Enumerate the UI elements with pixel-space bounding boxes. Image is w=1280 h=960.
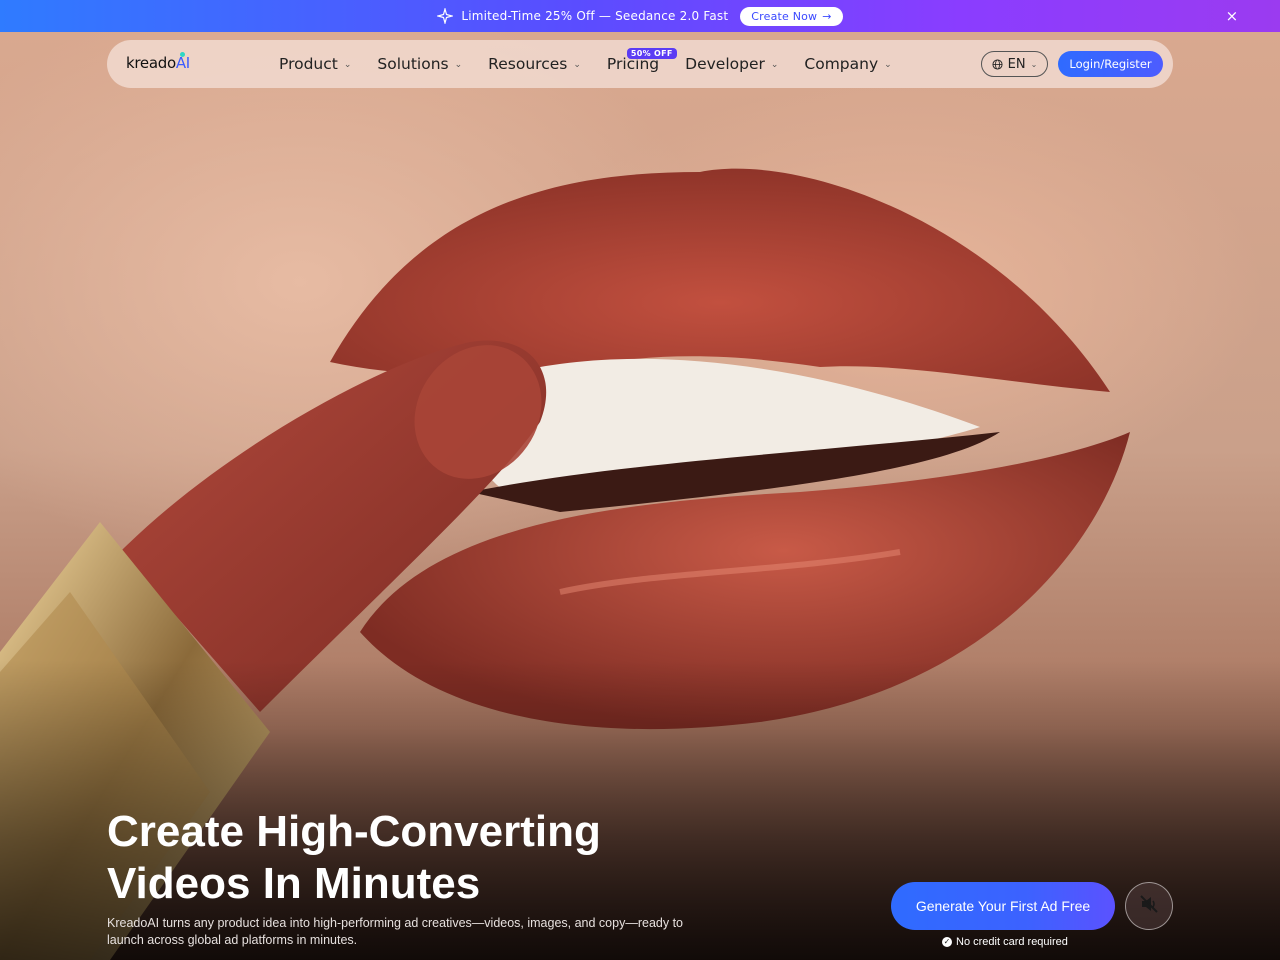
chevron-down-icon: ⌄ xyxy=(573,60,581,70)
headline-line-1: Create High-Converting xyxy=(107,807,601,856)
nav-item-label: Solutions xyxy=(377,55,449,73)
mute-toggle-button[interactable] xyxy=(1125,882,1173,930)
login-register-button[interactable]: Login/Register xyxy=(1058,51,1163,77)
nav-item-label: Developer xyxy=(685,55,765,73)
chevron-down-icon: ⌄ xyxy=(884,60,892,70)
generate-first-ad-button[interactable]: Generate Your First Ad Free xyxy=(891,882,1115,930)
nav-item-company[interactable]: Company ⌄ xyxy=(804,40,891,88)
language-label: EN xyxy=(1007,56,1026,72)
check-icon: ✓ xyxy=(942,937,952,947)
nav-item-label: Product xyxy=(279,55,338,73)
no-credit-card-note: ✓ No credit card required xyxy=(942,936,1068,948)
top-navigation: kreadoAI Product ⌄ Solutions ⌄ Resources… xyxy=(107,40,1173,88)
main-menu: Product ⌄ Solutions ⌄ Resources ⌄ 50% OF… xyxy=(279,40,918,88)
logo-text: kreado xyxy=(126,54,176,72)
nav-item-label: Company xyxy=(804,55,879,73)
nav-item-product[interactable]: Product ⌄ xyxy=(279,40,351,88)
kreadoai-logo[interactable]: kreadoAI xyxy=(126,52,190,72)
chevron-down-icon: ⌄ xyxy=(454,60,463,70)
nav-item-pricing[interactable]: 50% OFF Pricing xyxy=(607,40,677,88)
sparkle-icon xyxy=(437,8,454,24)
arrow-right-icon: → xyxy=(822,9,832,23)
nav-item-solutions[interactable]: Solutions ⌄ xyxy=(377,40,462,88)
promo-cta-label: Create Now xyxy=(751,9,818,23)
hero-subtext: KreadoAI turns any product idea into hig… xyxy=(107,916,684,947)
speaker-muted-icon xyxy=(1139,894,1159,919)
close-icon[interactable]: × xyxy=(1224,8,1240,24)
headline-line-2: Videos In Minutes xyxy=(107,859,481,908)
no-credit-card-text: No credit card required xyxy=(956,936,1068,948)
nav-item-resources[interactable]: Resources ⌄ xyxy=(488,40,581,88)
hero-headline: Create High-Converting Videos In Minutes xyxy=(107,806,747,910)
discount-badge: 50% OFF xyxy=(626,48,677,59)
logo-dot-icon xyxy=(180,52,185,57)
promo-create-now-button[interactable]: Create Now → xyxy=(740,6,843,26)
nav-item-developer[interactable]: Developer ⌄ xyxy=(685,40,778,88)
language-selector[interactable]: EN ⌄ xyxy=(981,51,1048,77)
globe-icon xyxy=(992,58,1003,70)
chevron-down-icon: ⌄ xyxy=(770,60,779,70)
promo-text: Limited-Time 25% Off — Seedance 2.0 Fast xyxy=(461,9,729,23)
promo-banner: Limited-Time 25% Off — Seedance 2.0 Fast… xyxy=(0,0,1280,32)
chevron-down-icon: ⌄ xyxy=(1030,59,1038,69)
nav-item-label: Resources xyxy=(488,55,568,73)
chevron-down-icon: ⌄ xyxy=(343,60,352,70)
